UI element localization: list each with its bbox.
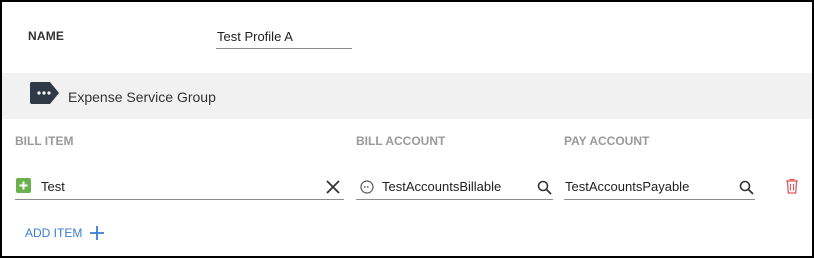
name-label: NAME (28, 29, 65, 43)
ellipsis-circle-icon (360, 180, 374, 194)
service-group-title: Expense Service Group (68, 89, 216, 105)
column-header-pay-account: PAY ACCOUNT (564, 134, 650, 148)
bill-item-value: Test (41, 179, 65, 194)
plus-square-icon (16, 178, 31, 193)
search-icon[interactable] (739, 180, 754, 195)
plus-icon (90, 226, 105, 240)
add-item-button[interactable]: ADD ITEM (25, 226, 105, 240)
trash-icon[interactable] (785, 178, 799, 194)
search-icon[interactable] (537, 180, 552, 195)
bill-account-field[interactable]: TestAccountsBillable (356, 174, 553, 200)
column-header-bill-item: BILL ITEM (15, 134, 74, 148)
expense-profile-panel: NAME Expense Service Group BILL ITEM BIL… (0, 0, 814, 258)
pay-account-field[interactable]: TestAccountsPayable (564, 174, 755, 200)
column-header-bill-account: BILL ACCOUNT (356, 134, 446, 148)
add-item-label: ADD ITEM (25, 226, 83, 240)
profile-name-input[interactable] (216, 24, 352, 49)
clear-icon[interactable] (326, 180, 340, 194)
bill-account-value: TestAccountsBillable (382, 179, 502, 194)
service-group-header: Expense Service Group (2, 73, 812, 119)
pay-account-value: TestAccountsPayable (565, 179, 690, 194)
bill-item-field[interactable]: Test (15, 174, 344, 200)
tag-icon (30, 82, 59, 104)
